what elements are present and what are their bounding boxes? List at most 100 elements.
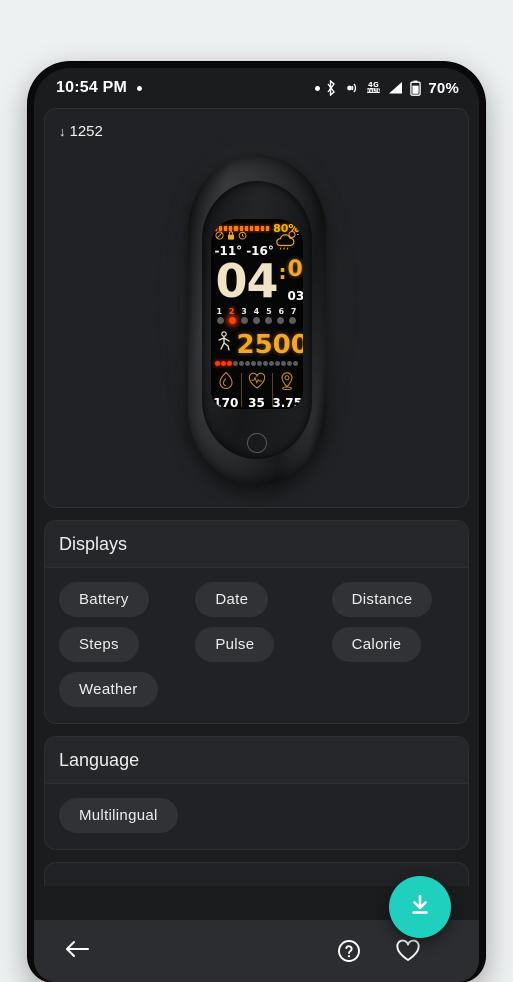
- weekday-dot: [289, 317, 297, 324]
- metric-value: 35: [248, 396, 265, 410]
- weekday-number: 7: [290, 307, 297, 316]
- metric-calories: 170: [211, 371, 242, 409]
- signal-icon: [388, 81, 404, 95]
- watch-screen: 80% -11° -16° 04: 0 0 1 2 3 4 5 6 7 250…: [210, 219, 303, 409]
- back-arrow-icon[interactable]: [64, 939, 90, 959]
- progress-dot-active: [226, 361, 232, 366]
- status-bar-right: 4G VoLTE 70%: [315, 80, 459, 97]
- weekday-number: 2: [228, 307, 235, 316]
- weekday-number: 4: [253, 307, 260, 316]
- chip-multilingual[interactable]: Multilingual: [59, 798, 178, 833]
- watch-steps-row: 2500: [211, 331, 303, 359]
- weekday-dot-active: [228, 317, 236, 324]
- progress-dot-active: [220, 361, 226, 366]
- weekday-number: 6: [278, 307, 285, 316]
- heart-pulse-icon: [247, 371, 267, 395]
- bottom-bar-actions: [337, 939, 449, 963]
- progress-dot: [275, 361, 281, 366]
- section-title-displays: Displays: [45, 521, 468, 568]
- chip-pulse[interactable]: Pulse: [195, 627, 275, 662]
- alarm-icon: [238, 231, 247, 240]
- status-bar-left: 10:54 PM: [56, 79, 142, 97]
- section-title-language: Language: [45, 737, 468, 784]
- battery-icon: [410, 80, 422, 96]
- heart-outline-icon[interactable]: [395, 939, 421, 963]
- progress-dot: [281, 361, 287, 366]
- section-displays: Displays Battery Date Distance Steps Pul…: [44, 520, 469, 724]
- metric-value: 170: [213, 396, 239, 410]
- watch-date: 03 . 10: [288, 289, 303, 303]
- chip-weather[interactable]: Weather: [59, 672, 158, 707]
- status-bar-clock: 10:54 PM: [56, 79, 127, 96]
- notification-dot-icon: [136, 85, 142, 91]
- progress-dot: [293, 361, 299, 366]
- chip-distance[interactable]: Distance: [331, 582, 433, 617]
- 4g-volte-icon: 4G VoLTE: [365, 80, 382, 96]
- dot-icon: [315, 85, 321, 91]
- watch-home-button: [246, 433, 267, 453]
- watch-render: 80% -11° -16° 04: 0 0 1 2 3 4 5 6 7 250…: [159, 139, 354, 501]
- watch-weekday-dots: [211, 317, 303, 324]
- chip-cell-empty: [195, 672, 317, 707]
- chip-steps[interactable]: Steps: [59, 627, 139, 662]
- chip-cell: Steps: [59, 627, 181, 662]
- chip-cell: Date: [195, 582, 317, 617]
- progress-dot: [269, 361, 275, 366]
- back-button[interactable]: [64, 939, 90, 964]
- chip-row: Battery Date Distance: [59, 582, 454, 617]
- weekday-dot: [277, 317, 285, 324]
- chip-battery[interactable]: Battery: [59, 582, 149, 617]
- weekday-dot: [265, 317, 273, 324]
- watch-body: 80% -11° -16° 04: 0 0 1 2 3 4 5 6 7 250…: [187, 155, 326, 485]
- progress-dot: [244, 361, 250, 366]
- weekday-dot: [252, 317, 260, 324]
- metric-distance: 3.75: [271, 371, 303, 410]
- chip-group-displays: Battery Date Distance Steps Pulse Calori…: [45, 568, 468, 723]
- chip-row: Steps Pulse Calorie: [59, 627, 454, 662]
- watchface-preview-card[interactable]: ↓ 1252 80% -11° -16° 04: 0 0 1 2 3 4 5 …: [44, 108, 469, 508]
- phone-frame: 10:54 PM 4G VoLTE 70% ↓ 1252 80% -11° -1…: [28, 62, 485, 982]
- watch-bezel: 80% -11° -16° 04: 0 0 1 2 3 4 5 6 7 250…: [201, 181, 312, 459]
- progress-dot-active: [214, 361, 220, 366]
- sun-cloud-rain-icon: [274, 229, 300, 257]
- watch-minute-date: 08 03 . 10: [288, 259, 303, 304]
- watch-hours: 04: [215, 254, 279, 308]
- weekday-number: 1: [216, 307, 223, 316]
- chip-cell: Weather: [59, 672, 181, 707]
- chip-cell: Pulse: [195, 627, 317, 662]
- download-count: ↓ 1252: [59, 123, 103, 140]
- phone-screen: 10:54 PM 4G VoLTE 70% ↓ 1252 80% -11° -1…: [34, 68, 479, 982]
- progress-dot: [256, 361, 262, 366]
- chip-group-language: Multilingual: [45, 784, 468, 849]
- watch-steps-value: 2500: [236, 330, 303, 360]
- weekday-dot: [216, 317, 224, 324]
- walking-person-icon: [215, 331, 233, 359]
- chip-cell: Distance: [331, 582, 454, 617]
- chip-cell: Battery: [59, 582, 181, 617]
- chip-row: Weather: [59, 672, 454, 707]
- weekday-number: 3: [241, 307, 247, 316]
- chip-date[interactable]: Date: [195, 582, 269, 617]
- watch-metrics-row: 170 35 3.75: [211, 371, 303, 409]
- bluetooth-icon: [326, 80, 337, 96]
- battery-percent-label: 70%: [428, 79, 459, 97]
- svg-text:VoLTE: VoLTE: [367, 88, 381, 93]
- chip-calorie[interactable]: Calorie: [331, 627, 422, 662]
- progress-dot: [287, 361, 293, 366]
- chip-cell-empty: [332, 672, 454, 707]
- download-arrow-icon: ↓: [59, 124, 66, 139]
- metric-value: 3.75: [272, 396, 302, 410]
- watch-colon: :: [278, 260, 287, 284]
- help-circle-icon[interactable]: [337, 939, 361, 963]
- watch-time-row: 04 : 08 03 . 10: [211, 254, 303, 308]
- progress-dot: [238, 361, 244, 366]
- progress-dot: [232, 361, 238, 366]
- metric-pulse: 35: [241, 371, 272, 409]
- hotspot-icon: [343, 81, 359, 95]
- download-fab[interactable]: [389, 876, 451, 938]
- lock-icon: [227, 231, 235, 240]
- watch-step-progress: [211, 361, 303, 366]
- progress-dot: [263, 361, 268, 366]
- download-icon: [406, 891, 434, 924]
- do-not-disturb-icon: [214, 231, 224, 240]
